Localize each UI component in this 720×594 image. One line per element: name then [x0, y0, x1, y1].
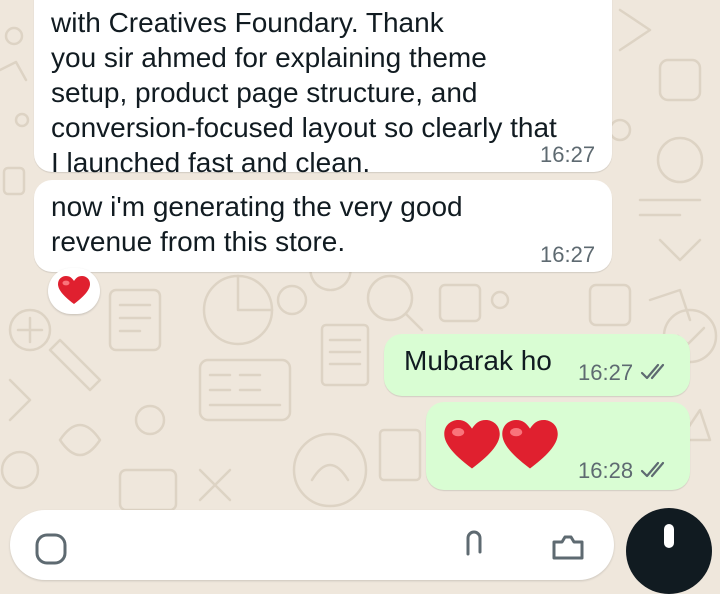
message-text: with Creatives Foundary. Thank you sir a…: [51, 7, 557, 178]
message-text: Mubarak ho: [404, 345, 552, 376]
red-heart-emoji-icon: [444, 420, 500, 469]
message-bubble-outgoing[interactable]: 16:28: [426, 402, 690, 490]
message-timestamp: 16:27: [540, 242, 596, 267]
attach-icon[interactable]: [462, 530, 486, 560]
message-text: now i'm generating the very good revenue…: [51, 191, 463, 257]
message-reaction[interactable]: [48, 268, 100, 314]
message-input[interactable]: [10, 510, 614, 580]
double-check-icon: [640, 363, 665, 380]
message-timestamp: 16:27: [578, 360, 634, 385]
red-heart-emoji-icon: [502, 420, 558, 469]
emoji-icon[interactable]: [34, 532, 68, 566]
message-bubble-incoming[interactable]: with Creatives Foundary. Thank you sir a…: [34, 0, 612, 178]
mic-button[interactable]: [626, 508, 712, 594]
camera-icon[interactable]: [550, 532, 586, 562]
red-heart-emoji-icon: [58, 276, 90, 304]
message-bubble-incoming[interactable]: now i'm generating the very good revenue…: [34, 180, 612, 272]
double-check-icon: [640, 461, 665, 478]
message-bubble-outgoing[interactable]: Mubarak ho 16:27: [384, 334, 690, 396]
message-timestamp: 16:28: [578, 458, 634, 483]
mic-icon: [664, 524, 674, 548]
message-timestamp: 16:27: [540, 142, 596, 167]
